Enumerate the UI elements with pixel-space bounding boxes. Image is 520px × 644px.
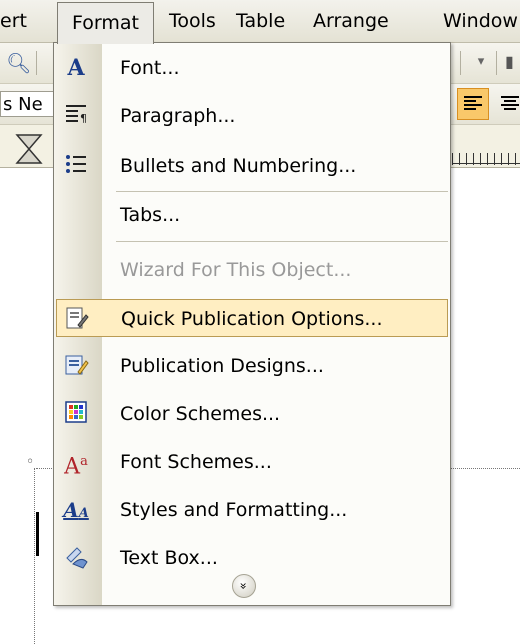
align-left-button[interactable] bbox=[457, 88, 489, 120]
styles-icon: AA bbox=[63, 498, 89, 522]
font-schemes-icon: Aa bbox=[64, 454, 88, 480]
menu-format[interactable]: Format bbox=[57, 2, 154, 44]
layout-guide-vertical bbox=[34, 468, 35, 644]
text-box-icon bbox=[62, 544, 90, 572]
dropdown-arrow-icon[interactable]: ▾ bbox=[470, 48, 492, 76]
expand-menu-button[interactable]: » bbox=[232, 574, 256, 598]
menu-item-publication-designs[interactable]: Publication Designs... bbox=[56, 347, 448, 385]
menu-item-quick-publication-options[interactable]: Quick Publication Options... bbox=[56, 299, 448, 337]
indent-marker-icon[interactable] bbox=[14, 133, 44, 165]
double-chevron-down-icon: » bbox=[237, 582, 251, 590]
publisher-window: ert Format Tools Table Arrange Window 🔍︎… bbox=[0, 0, 520, 644]
bullets-icon bbox=[62, 152, 90, 180]
menu-item-color-schemes[interactable]: Color Schemes... bbox=[56, 395, 448, 433]
text-cursor bbox=[36, 512, 39, 556]
align-left-icon bbox=[464, 96, 482, 110]
toolbar-separator bbox=[36, 51, 37, 75]
align-center-button[interactable] bbox=[494, 88, 520, 120]
ruler-baseline bbox=[452, 163, 520, 164]
paragraph-icon: ¶ bbox=[62, 102, 90, 130]
menu-separator bbox=[116, 241, 448, 242]
menu-item-font-schemes[interactable]: Aa Font Schemes... bbox=[56, 443, 448, 481]
publication-designs-icon bbox=[62, 352, 90, 380]
menu-item-text-box[interactable]: Text Box... bbox=[56, 539, 448, 577]
menu-item-tabs[interactable]: Tabs... bbox=[56, 196, 448, 234]
quick-publication-icon bbox=[63, 305, 91, 333]
menu-item-wizard: Wizard For This Object... bbox=[120, 259, 352, 281]
toolbar-options-icon[interactable]: ▮ bbox=[505, 51, 520, 73]
menu-item-font[interactable]: A Font... bbox=[56, 49, 448, 87]
toolbar-separator bbox=[496, 51, 497, 75]
font-icon: A bbox=[67, 55, 85, 81]
menu-separator bbox=[116, 191, 448, 192]
print-preview-icon[interactable]: 🔍︎ bbox=[6, 49, 31, 77]
menu-insert[interactable]: ert bbox=[0, 0, 27, 42]
toolbar-separator bbox=[460, 51, 461, 75]
menu-item-paragraph[interactable]: ¶ Paragraph... bbox=[56, 97, 448, 135]
menu-item-bullets[interactable]: Bullets and Numbering... bbox=[56, 147, 448, 185]
align-center-icon bbox=[501, 96, 519, 110]
menu-tools[interactable]: Tools bbox=[169, 0, 216, 42]
menu-arrange[interactable]: Arrange bbox=[313, 0, 389, 42]
svg-text:¶: ¶ bbox=[80, 112, 87, 125]
menu-table[interactable]: Table bbox=[236, 0, 285, 42]
font-name-input[interactable]: s Ne bbox=[0, 91, 58, 117]
menu-window[interactable]: Window bbox=[443, 0, 518, 42]
color-schemes-icon bbox=[62, 400, 90, 428]
format-menu: A Font... ¶ Paragraph... Bullets and Num… bbox=[53, 42, 451, 606]
menu-item-styles-formatting[interactable]: AA Styles and Formatting... bbox=[56, 491, 448, 529]
menu-bar: ert Format Tools Table Arrange Window bbox=[0, 0, 520, 44]
